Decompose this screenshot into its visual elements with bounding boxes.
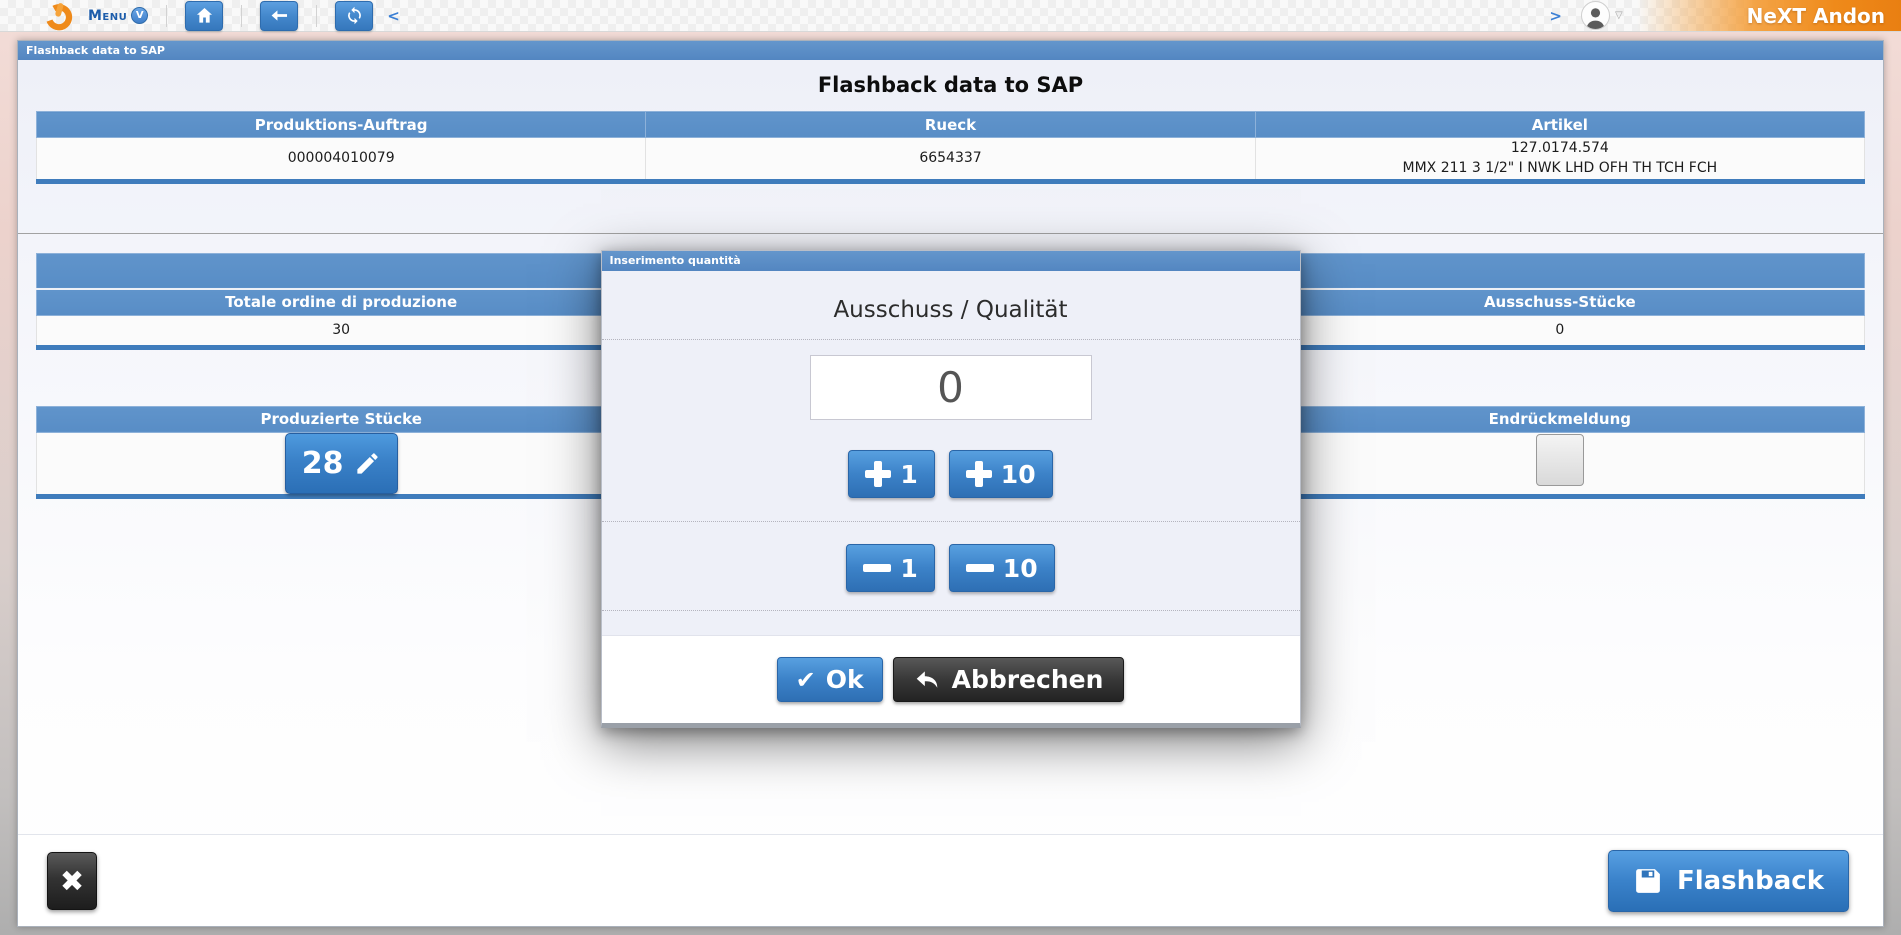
artikel-value: 127.0174.574 MMX 211 3 1/2" I NWK LHD OF… <box>1255 138 1864 182</box>
footer-bar: ✖ Flashback <box>18 834 1883 926</box>
production-order-table: Produktions-Auftrag Rueck Artikel 000004… <box>36 111 1865 184</box>
column-header-rueck: Rueck <box>646 112 1255 138</box>
refresh-button[interactable] <box>335 1 373 31</box>
plus-ten-button[interactable]: 10 <box>949 450 1053 498</box>
section-divider <box>18 233 1883 234</box>
avatar-dropdown-icon[interactable]: ▽ <box>1615 10 1623 21</box>
table-row: 000004010079 6654337 127.0174.574 MMX 21… <box>37 138 1865 182</box>
modal-titlebar: Inserimento quantità <box>602 251 1300 271</box>
app-logo-icon <box>42 1 80 31</box>
ok-button[interactable]: ✔ Ok <box>777 657 883 702</box>
window-titlebar: Flashback data to SAP <box>18 41 1883 60</box>
collapse-chevron[interactable]: < <box>387 7 400 25</box>
back-arrow-icon <box>270 6 289 25</box>
user-avatar[interactable] <box>1581 1 1610 30</box>
plus-ten-label: 10 <box>1001 460 1036 489</box>
minus-ten-button[interactable]: 10 <box>949 544 1055 592</box>
plus-icon <box>865 461 891 487</box>
endrueckmeldung-checkbox[interactable] <box>1536 434 1584 486</box>
toolbar-separator <box>166 5 167 27</box>
minus-one-label: 1 <box>900 554 917 583</box>
totale-ordine-value: 30 <box>37 315 646 347</box>
column-header-ausschuss-stuecke: Ausschuss-Stücke <box>1255 289 1864 315</box>
check-icon: ✔ <box>796 666 816 694</box>
dotted-separator <box>602 521 1300 522</box>
modal-footer: ✔ Ok Abbrechen <box>602 635 1300 723</box>
home-icon <box>195 6 214 25</box>
quantity-input[interactable] <box>810 355 1092 420</box>
user-icon <box>1583 4 1608 29</box>
rueck-value: 6654337 <box>646 138 1255 182</box>
produced-edit-button[interactable]: 28 <box>285 433 398 495</box>
minus-ten-label: 10 <box>1003 554 1038 583</box>
x-icon: ✖ <box>60 864 84 898</box>
produktions-auftrag-value: 000004010079 <box>37 138 646 182</box>
dotted-separator <box>602 339 1300 340</box>
toolbar-separator <box>316 5 317 27</box>
plus-one-label: 1 <box>900 460 917 489</box>
column-header-totale-ordine: Totale ordine di produzione <box>37 289 646 315</box>
column-header-produktions-auftrag: Produktions-Auftrag <box>37 112 646 138</box>
undo-arrow-icon <box>914 667 940 693</box>
save-icon <box>1633 866 1663 896</box>
quantity-modal: Inserimento quantità Ausschuss / Qualitä… <box>601 250 1301 728</box>
refresh-icon <box>345 6 364 25</box>
cancel-label: Abbrechen <box>952 665 1104 694</box>
toolbar-separator <box>241 5 242 27</box>
topbar: Menu V < > ▽ NeXT Andon <box>0 0 1901 32</box>
flashback-button[interactable]: Flashback <box>1608 850 1849 912</box>
close-button[interactable]: ✖ <box>47 852 97 910</box>
ok-label: Ok <box>826 665 864 694</box>
minus-icon <box>966 555 994 581</box>
menu-label: Menu <box>88 8 127 24</box>
produzierte-stuecke-cell: 28 <box>37 432 646 497</box>
menu-dropdown-badge-icon: V <box>131 7 148 24</box>
back-button[interactable] <box>260 1 298 31</box>
plus-icon <box>966 461 992 487</box>
flashback-label: Flashback <box>1677 866 1824 896</box>
pencil-icon <box>354 450 381 477</box>
minus-icon <box>863 555 891 581</box>
plus-one-button[interactable]: 1 <box>848 450 934 498</box>
column-header-artikel: Artikel <box>1255 112 1864 138</box>
modal-heading: Ausschuss / Qualität <box>602 297 1300 323</box>
dotted-separator <box>602 610 1300 611</box>
home-button[interactable] <box>185 1 223 31</box>
expand-chevron[interactable]: > <box>1549 7 1562 25</box>
endrueckmeldung-cell <box>1255 432 1864 497</box>
page-title: Flashback data to SAP <box>18 73 1883 97</box>
brand-title: NeXT Andon <box>1747 4 1885 28</box>
column-header-produzierte-stuecke: Produzierte Stücke <box>37 406 646 432</box>
menu-button[interactable]: Menu V <box>88 7 148 24</box>
brand-banner: NeXT Andon <box>1637 0 1901 31</box>
column-header-endrueckmeldung: Endrückmeldung <box>1255 406 1864 432</box>
ausschuss-stuecke-value: 0 <box>1255 315 1864 347</box>
produced-value: 28 <box>302 442 344 486</box>
cancel-button[interactable]: Abbrechen <box>893 657 1125 702</box>
minus-one-button[interactable]: 1 <box>846 544 934 592</box>
